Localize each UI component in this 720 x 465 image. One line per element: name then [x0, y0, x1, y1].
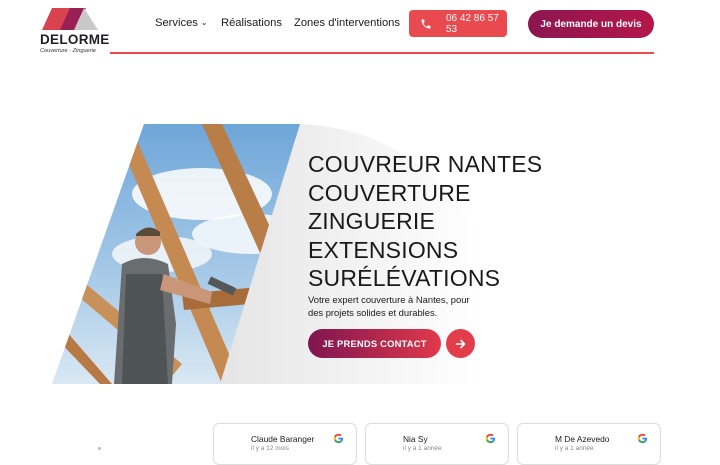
hero-title-line: COUVERTURE: [308, 179, 471, 206]
chevron-down-icon: ⌄: [200, 18, 208, 27]
google-icon: [333, 433, 344, 444]
nav-item-services[interactable]: Services ⌄: [155, 17, 208, 29]
review-card: M De Azevedo il y a 1 année: [517, 423, 661, 465]
brand-logo[interactable]: DELORME Couverture · Zinguerie: [38, 8, 109, 58]
review-author: Claude Baranger: [251, 434, 315, 444]
review-date: il y a 1 année: [555, 445, 594, 452]
review-author: M De Azevedo: [555, 434, 610, 444]
review-author: Nia Sy: [403, 434, 428, 444]
hero-title-line: COUVREUR NANTES: [308, 151, 543, 177]
google-icon: [485, 433, 496, 444]
phone-button[interactable]: 06 42 86 57 53: [409, 10, 507, 37]
header-divider: [110, 52, 654, 54]
hero-title-line: SURÉLÉVATIONS: [308, 265, 501, 292]
google-icon: [637, 433, 648, 444]
nav-item-label: Réalisations: [221, 17, 282, 29]
brand-tagline: Couverture · Zinguerie: [40, 48, 96, 54]
hero-description: Votre expert couverture à Nantes, pour d…: [308, 294, 470, 318]
brand-name: DELORME: [40, 32, 110, 47]
roof-logo-icon: [42, 8, 98, 30]
contact-button[interactable]: JE PRENDS CONTACT: [308, 329, 441, 358]
contact-arrow-button[interactable]: [446, 329, 475, 358]
nav-item-label: Zones d'interventions: [294, 17, 400, 29]
phone-icon: [420, 18, 432, 30]
nav-item-realisations[interactable]: Réalisations: [221, 17, 282, 29]
review-date: il y a 12 mois: [251, 445, 289, 452]
nav-item-label: Services: [155, 17, 198, 29]
hero-title-line: ZINGUERIE: [308, 208, 436, 235]
hero-title: COUVREUR NANTES COUVERTURE ZINGUERIE EXT…: [308, 150, 542, 293]
review-card: Claude Baranger il y a 12 mois: [213, 423, 357, 465]
hero-title-line: EXTENSIONS: [308, 236, 459, 263]
quote-button[interactable]: Je demande un devis: [528, 10, 654, 38]
review-card: Nia Sy il y a 1 année: [365, 423, 509, 465]
phone-number: 06 42 86 57 53: [446, 12, 499, 35]
nav-item-zones[interactable]: Zones d'interventions: [294, 17, 400, 29]
arrow-right-icon: [455, 339, 465, 348]
review-date: il y a 1 année: [403, 445, 442, 452]
